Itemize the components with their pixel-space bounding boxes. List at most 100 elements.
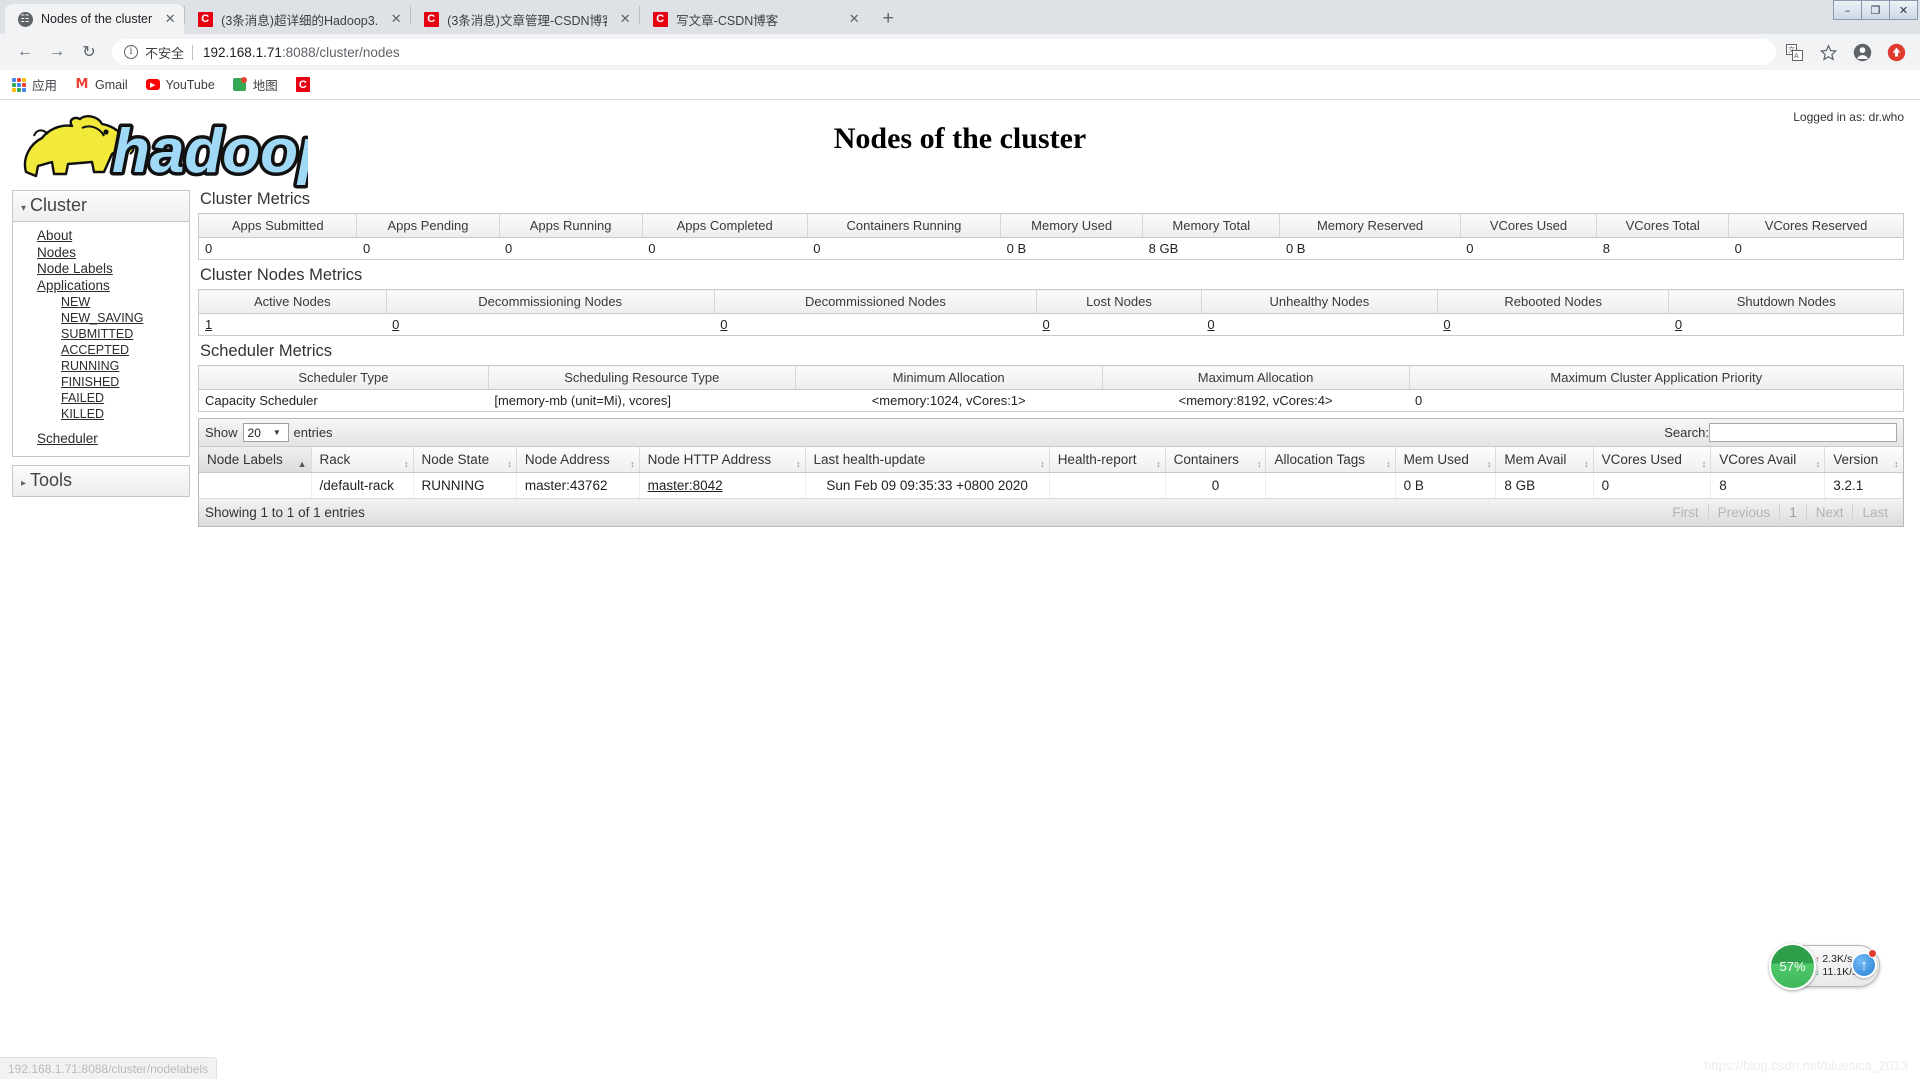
cpu-gauge: 57% [1769, 943, 1816, 990]
translate-icon[interactable]: 文A [1784, 42, 1804, 62]
decommissioned-nodes-link[interactable]: 0 [720, 317, 727, 332]
sidebar-item-failed[interactable]: FAILED [13, 390, 189, 406]
browser-tab-0[interactable]: ☷ Nodes of the cluster ✕ [5, 4, 185, 34]
page-1-button[interactable]: 1 [1779, 504, 1806, 521]
cluster-metrics-title: Cluster Metrics [200, 190, 311, 208]
node-http-address-link[interactable]: master:8042 [648, 478, 723, 493]
sidebar-item-node-labels[interactable]: Node Labels [13, 261, 189, 278]
table-header-row: Scheduler Type Scheduling Resource Type … [198, 365, 1904, 390]
sidebar-item-running[interactable]: RUNNING [13, 358, 189, 374]
bookmarks-bar: 应用 M Gmail ▶ YouTube 地图 C [0, 70, 1920, 100]
cell-vcores-total: 8 [1602, 241, 1610, 256]
tab-title: 写文章-CSDN博客 [676, 13, 779, 28]
back-icon[interactable]: ← [10, 37, 40, 67]
tab-close-icon[interactable]: ✕ [846, 11, 862, 27]
col-last-health-update[interactable]: Last health-update ↕ [805, 447, 1050, 473]
sort-icon: ↕ [1486, 459, 1492, 469]
page-length-select[interactable]: 20 ▼ [242, 423, 289, 442]
close-window-button[interactable]: ✕ [1889, 0, 1918, 20]
network-monitor-widget[interactable]: 57% ↑ 2.3K/s ↓ 11.1K/s ↑ [1769, 943, 1880, 990]
bookmark-csdn[interactable]: C [295, 77, 316, 92]
active-nodes-link[interactable]: 1 [205, 317, 212, 332]
info-icon[interactable]: i [124, 45, 138, 59]
page-previous-button[interactable]: Previous [1707, 504, 1780, 521]
col-label: VCores Avail [1719, 452, 1797, 467]
page-next-button[interactable]: Next [1805, 504, 1853, 521]
col-apps-submitted: Apps Submitted [198, 213, 358, 238]
star-icon[interactable] [1818, 42, 1838, 62]
reload-icon[interactable]: ↻ [74, 37, 104, 67]
bookmark-gmail[interactable]: M Gmail [75, 77, 128, 92]
col-minimum-allocation: Minimum Allocation [795, 365, 1103, 390]
col-decommissioning-nodes: Decommissioning Nodes [386, 289, 715, 314]
table-row: 0 0 0 0 0 0 B 8 GB 0 B 0 8 0 [199, 238, 1904, 260]
sidebar-item-accepted[interactable]: ACCEPTED [13, 342, 189, 358]
restore-button[interactable]: ❐ [1861, 0, 1890, 20]
sidebar-item-about[interactable]: About [13, 228, 189, 245]
browser-tab-2[interactable]: C (3条消息)文章管理-CSDN博客 ✕ [411, 4, 639, 34]
col-rack[interactable]: Rack ↕ [311, 447, 414, 473]
sidebar-item-nodes[interactable]: Nodes [13, 245, 189, 262]
profile-icon[interactable] [1852, 42, 1872, 62]
col-vcores-avail[interactable]: VCores Avail ↕ [1710, 447, 1826, 473]
cell-vcores-used: 0 [1593, 472, 1712, 499]
main-content: Cluster Metrics Apps Submitted Apps Pend… [198, 190, 1920, 527]
lost-nodes-link[interactable]: 0 [1043, 317, 1050, 332]
col-node-http-address[interactable]: Node HTTP Address ↕ [639, 447, 806, 473]
toolbar-icons: 文A [1784, 42, 1910, 62]
cluster-panel-header[interactable]: ▾ Cluster [13, 191, 189, 222]
new-tab-button[interactable]: + [874, 5, 902, 33]
col-max-cluster-app-priority: Maximum Cluster Application Priority [1409, 365, 1904, 390]
address-bar[interactable]: i 不安全 192.168.1.71:8088/cluster/nodes [112, 39, 1776, 65]
col-lost-nodes: Lost Nodes [1036, 289, 1202, 314]
sidebar-item-finished[interactable]: FINISHED [13, 374, 189, 390]
col-mem-avail[interactable]: Mem Avail ↕ [1495, 447, 1594, 473]
col-version[interactable]: Version ↕ [1824, 447, 1903, 473]
bookmark-apps[interactable]: 应用 [12, 75, 57, 94]
shutdown-nodes-link[interactable]: 0 [1675, 317, 1682, 332]
sort-icon: ↕ [1815, 459, 1821, 469]
scheduler-metrics-table: Scheduler Type Scheduling Resource Type … [198, 365, 1904, 412]
csdn-icon: C [197, 11, 213, 27]
rebooted-nodes-link[interactable]: 0 [1443, 317, 1450, 332]
sidebar-item-new-saving[interactable]: NEW_SAVING [13, 310, 189, 326]
sidebar-item-scheduler[interactable]: Scheduler [13, 431, 189, 448]
col-vcores-used[interactable]: VCores Used ↕ [1593, 447, 1712, 473]
sort-icon: ↕ [404, 459, 409, 469]
page-first-button[interactable]: First [1663, 504, 1707, 521]
sort-asc-icon: ▲ [297, 459, 307, 469]
sidebar-item-applications[interactable]: Applications [13, 278, 189, 295]
watermark: https://blog.csdn.net/bluesica_2013 [1704, 1058, 1908, 1073]
col-health-report[interactable]: Health-report ↕ [1049, 447, 1166, 473]
tab-close-icon[interactable]: ✕ [617, 11, 633, 27]
sidebar-item-killed[interactable]: KILLED [13, 406, 189, 422]
col-mem-used[interactable]: Mem Used ↕ [1395, 447, 1497, 473]
minimize-button[interactable]: – [1833, 0, 1862, 20]
tools-panel-header[interactable]: ▸ Tools [12, 464, 190, 497]
col-scheduling-resource-type: Scheduling Resource Type [488, 365, 796, 390]
bookmark-maps[interactable]: 地图 [233, 75, 278, 94]
cell-apps-completed: 0 [648, 241, 656, 256]
col-allocation-tags[interactable]: Allocation Tags ↕ [1265, 447, 1396, 473]
datatable-footer: Showing 1 to 1 of 1 entries First Previo… [199, 499, 1903, 526]
sidebar-item-new[interactable]: NEW [13, 294, 189, 310]
search-input[interactable] [1709, 423, 1897, 442]
browser-tab-1[interactable]: C (3条消息)超详细的Hadoop3.1.2架构 ✕ [185, 4, 410, 34]
nodes-table: Node Labels ▲ Rack ↕ Node State ↕ Node Addr… [199, 447, 1903, 499]
browser-tab-3[interactable]: C 写文章-CSDN博客 ✕ [640, 4, 868, 34]
extension-icon[interactable] [1886, 42, 1906, 62]
col-containers[interactable]: Containers ↕ [1165, 447, 1267, 473]
bookmark-youtube[interactable]: ▶ YouTube [145, 78, 215, 92]
tab-close-icon[interactable]: ✕ [162, 11, 178, 27]
bookmark-label: 应用 [32, 79, 58, 93]
page-last-button[interactable]: Last [1852, 504, 1897, 521]
sidebar-item-submitted[interactable]: SUBMITTED [13, 326, 189, 342]
col-node-address[interactable]: Node Address ↕ [516, 447, 640, 473]
forward-icon[interactable]: → [42, 37, 72, 67]
cell-max-cluster-app-priority: 0 [1415, 393, 1423, 408]
decommissioning-nodes-link[interactable]: 0 [392, 317, 399, 332]
col-node-state[interactable]: Node State ↕ [413, 447, 517, 473]
unhealthy-nodes-link[interactable]: 0 [1207, 317, 1214, 332]
col-node-labels[interactable]: Node Labels ▲ [199, 447, 312, 473]
tab-close-icon[interactable]: ✕ [388, 11, 404, 27]
